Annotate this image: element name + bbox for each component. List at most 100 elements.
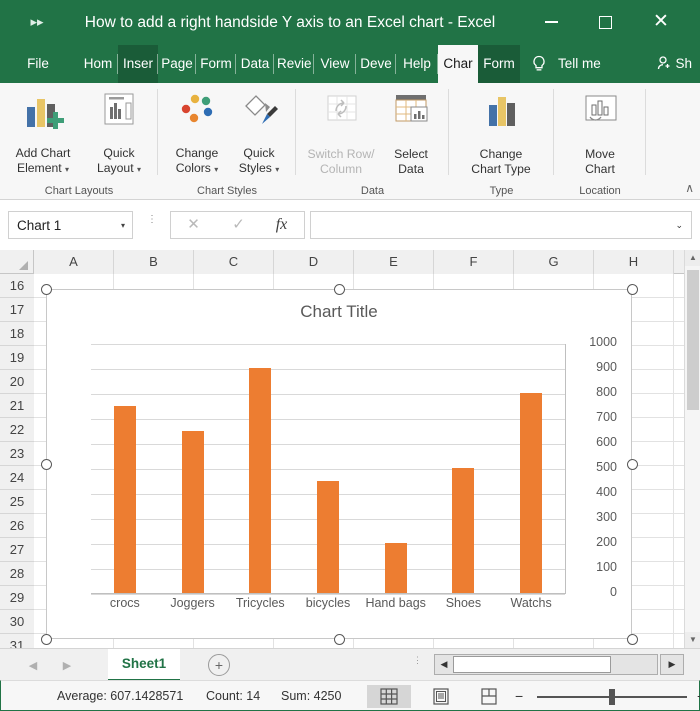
row-header-27[interactable]: 27 [0, 538, 34, 562]
chart-object[interactable]: Chart Title 1000 900 800 700 600 500 400 300 200… [46, 289, 632, 639]
scroll-left-icon[interactable]: ◀ [435, 655, 453, 674]
handle-middle-right[interactable] [626, 458, 638, 470]
row-header-24[interactable]: 24 [0, 466, 34, 490]
row-header-25[interactable]: 25 [0, 490, 34, 514]
column-header-f[interactable]: F [434, 250, 514, 274]
chart-bar[interactable] [384, 543, 407, 593]
status-average[interactable]: Average: 607.1428571 [57, 681, 183, 711]
vertical-scrollbar[interactable]: ▲ ▼ [684, 250, 700, 648]
handle-middle-left[interactable] [40, 458, 52, 470]
handle-top-center[interactable] [333, 283, 345, 295]
chevron-down-icon[interactable]: ▾ [137, 165, 141, 174]
tell-me-bulb-icon[interactable] [531, 55, 547, 73]
column-header-e[interactable]: E [354, 250, 434, 274]
value-axis-line[interactable] [565, 344, 566, 594]
sheet-tab-splitter[interactable]: ⋮ [413, 656, 422, 665]
tab-format[interactable]: Form [478, 45, 520, 83]
change-chart-type-button[interactable]: Change Chart Type [462, 87, 540, 179]
page-break-view-button[interactable] [467, 685, 511, 708]
horizontal-scrollbar[interactable]: ◀ [434, 654, 658, 675]
formula-input[interactable]: ⌄ [310, 211, 692, 239]
chart-plot-area[interactable] [91, 344, 565, 595]
tab-formulas[interactable]: Form [196, 45, 236, 83]
row-header-17[interactable]: 17 [0, 298, 34, 322]
select-all-button[interactable] [0, 250, 34, 274]
column-header-g[interactable]: G [514, 250, 594, 274]
quick-access-toolbar-icon[interactable]: ▸▸ [24, 12, 50, 32]
tab-page-layout[interactable]: Page [158, 45, 196, 83]
row-header-30[interactable]: 30 [0, 610, 34, 634]
row-header-22[interactable]: 22 [0, 418, 34, 442]
zoom-slider[interactable]: − + [515, 681, 700, 711]
chevron-down-icon[interactable]: ▾ [121, 212, 125, 240]
handle-bottom-right[interactable] [626, 633, 638, 645]
handle-bottom-left[interactable] [40, 633, 52, 645]
chart-bar[interactable] [249, 368, 272, 593]
close-button[interactable]: ✕ [638, 6, 684, 38]
chart-bar[interactable] [181, 430, 204, 593]
column-header-a[interactable]: A [34, 250, 114, 274]
row-header-18[interactable]: 18 [0, 322, 34, 346]
vertical-scroll-thumb[interactable] [687, 270, 699, 410]
scroll-down-icon[interactable]: ▼ [685, 632, 700, 648]
row-header-28[interactable]: 28 [0, 562, 34, 586]
row-header-20[interactable]: 20 [0, 370, 34, 394]
add-chart-element-button[interactable]: Add Chart Element ▾ [4, 87, 82, 179]
formula-bar-grip[interactable]: ⋮ [147, 215, 157, 233]
normal-view-button[interactable] [367, 685, 411, 708]
next-sheet-icon[interactable]: ▶ [56, 657, 78, 675]
chart-bar[interactable] [452, 468, 475, 593]
chart-title[interactable]: Chart Title [47, 302, 631, 322]
row-header-19[interactable]: 19 [0, 346, 34, 370]
sheet-tab-sheet1[interactable]: Sheet1 [108, 649, 180, 681]
row-header-29[interactable]: 29 [0, 586, 34, 610]
tab-insert[interactable]: Inser [118, 45, 158, 83]
switch-row-column-button[interactable]: Switch Row/ Column [302, 87, 380, 179]
handle-top-left[interactable] [40, 283, 52, 295]
confirm-formula-icon[interactable]: ✓ [216, 212, 261, 238]
column-header-h[interactable]: H [594, 250, 674, 274]
row-header-23[interactable]: 23 [0, 442, 34, 466]
quick-layout-button[interactable]: Quick Layout ▾ [80, 87, 158, 179]
tab-chart-design[interactable]: Char [438, 45, 478, 83]
move-chart-button[interactable]: Move Chart [561, 87, 639, 179]
page-layout-view-button[interactable] [419, 685, 463, 708]
chevron-down-icon[interactable]: ▾ [65, 165, 69, 174]
column-header-b[interactable]: B [114, 250, 194, 274]
previous-sheet-icon[interactable]: ◀ [22, 657, 44, 675]
tab-file[interactable]: File [16, 45, 60, 83]
scroll-up-icon[interactable]: ▲ [685, 250, 700, 266]
column-header-c[interactable]: C [194, 250, 274, 274]
row-header-31[interactable]: 31 [0, 634, 34, 648]
tab-help[interactable]: Help [396, 45, 438, 83]
add-sheet-button[interactable]: + [208, 654, 230, 676]
handle-top-right[interactable] [626, 283, 638, 295]
row-header-21[interactable]: 21 [0, 394, 34, 418]
share-button[interactable]: Sh [656, 45, 692, 83]
tell-me-label[interactable]: Tell me [558, 45, 601, 83]
tab-view[interactable]: View [314, 45, 356, 83]
tab-data[interactable]: Data [236, 45, 274, 83]
expand-formula-bar-icon[interactable]: ⌄ [675, 212, 683, 238]
column-header-d[interactable]: D [274, 250, 354, 274]
tab-home[interactable]: Hom [78, 45, 118, 83]
name-box[interactable]: Chart 1 ▾ [8, 211, 133, 239]
row-header-16[interactable]: 16 [0, 274, 34, 298]
chevron-down-icon[interactable]: ▾ [214, 165, 218, 174]
insert-function-icon[interactable]: fx [259, 212, 304, 238]
scroll-right-box[interactable]: ▶ [660, 654, 684, 675]
minimize-button[interactable] [528, 6, 574, 38]
zoom-thumb[interactable] [609, 689, 615, 705]
row-header-26[interactable]: 26 [0, 514, 34, 538]
status-sum[interactable]: Sum: 4250 [281, 681, 341, 711]
collapse-ribbon-icon[interactable]: ∧ [685, 181, 694, 195]
chart-bar[interactable] [520, 393, 543, 593]
cancel-formula-icon[interactable]: ✕ [171, 212, 216, 238]
handle-bottom-center[interactable] [333, 633, 345, 645]
chart-bar[interactable] [317, 480, 339, 593]
quick-styles-button[interactable]: Quick Styles ▾ [220, 87, 298, 179]
status-count[interactable]: Count: 14 [206, 681, 260, 711]
zoom-out-button[interactable]: − [515, 681, 523, 711]
chevron-down-icon[interactable]: ▾ [275, 165, 279, 174]
tab-review[interactable]: Revie [274, 45, 314, 83]
